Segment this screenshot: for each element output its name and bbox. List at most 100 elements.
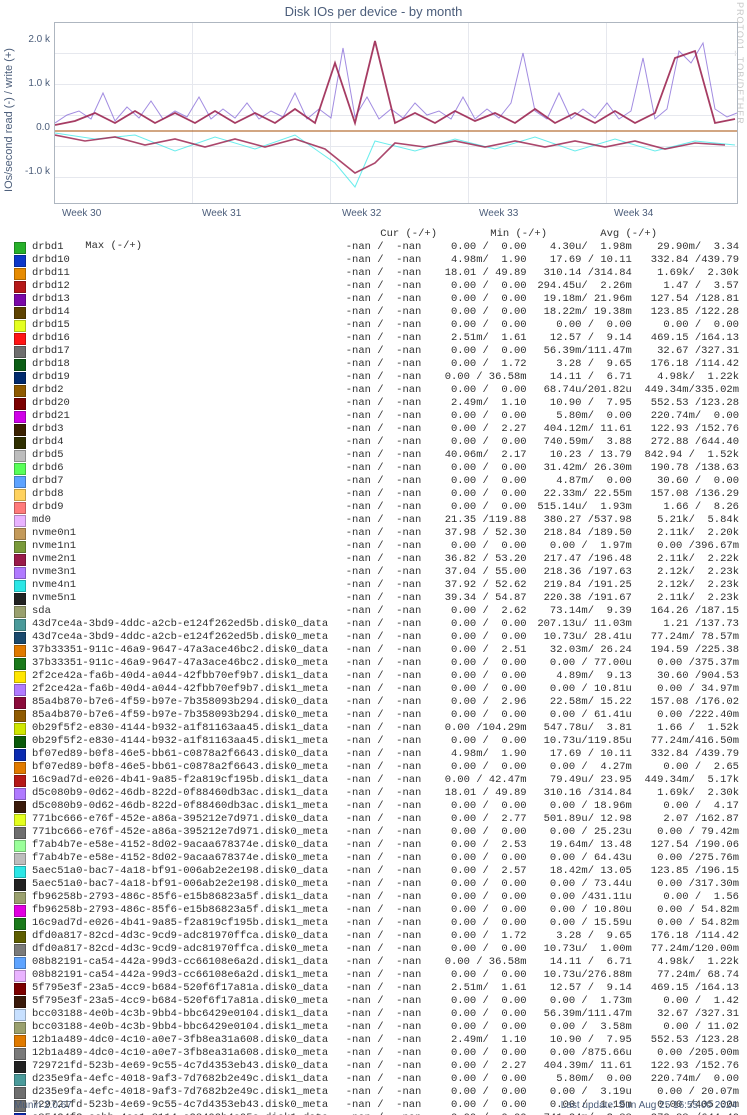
min-value: 0.00 / 2.57 [421,865,526,878]
avg-value: 0.00 / 61.41u [527,709,632,722]
min-value: 0.00 / 0.00 [421,657,526,670]
legend-row: drbd5-nan / -nan40.06m/ 2.1710.23 / 13.7… [14,449,739,462]
cur-value: -nan / -nan [333,553,421,566]
series-label: drbd7 [32,475,333,488]
legend-row: 37b33351-911c-46a9-9647-47a3ace46bc2.dis… [14,657,739,670]
max-value: 5.21k/ 5.84k [632,514,739,527]
swatch-icon [14,931,26,943]
avg-value: 19.18m/ 21.96m [527,293,632,306]
series-label: drbd15 [32,319,333,332]
swatch-icon [14,736,26,748]
cur-value: -nan / -nan [333,592,421,605]
swatch-icon [14,658,26,670]
max-value: 0.00 /396.67m [632,540,739,553]
swatch-icon [14,385,26,397]
min-value: 0.00 / 0.00 [421,735,526,748]
swatch-icon [14,853,26,865]
avg-value: 0.00 / 4.27m [527,761,632,774]
cur-value: -nan / -nan [333,527,421,540]
series-label: drbd17 [32,345,333,358]
max-value: 0.00 / 54.82m [632,917,739,930]
min-value: 0.00 / 0.00 [421,1047,526,1060]
swatch-icon [14,541,26,553]
legend-row: drbd1-nan / -nan0.00 / 0.004.30u/ 1.98m2… [14,241,739,254]
min-value: 0.00 / 0.00 [421,306,526,319]
cur-value: -nan / -nan [333,436,421,449]
series-label: 0b29f5f2-e830-4144-b932-a1f81163aa45.dis… [32,722,333,735]
series-label: drbd18 [32,358,333,371]
legend-row: 5f795e3f-23a5-4cc9-b684-520f6f17a81a.dis… [14,982,739,995]
min-value: 37.04 / 55.00 [421,566,526,579]
swatch-icon [14,1048,26,1060]
swatch-icon [14,567,26,579]
avg-value: 5.80m/ 0.00 [527,1073,632,1086]
series-label: drbd5 [32,449,333,462]
min-value: 0.00 / 0.00 [421,1021,526,1034]
series-label: d5c080b9-0d62-46db-822d-0f88460db3ac.dis… [32,787,333,800]
legend-row: 0b29f5f2-e830-4144-b932-a1f81163aa45.dis… [14,722,739,735]
cur-value: -nan / -nan [333,423,421,436]
swatch-icon [14,528,26,540]
cur-value: -nan / -nan [333,267,421,280]
avg-value: 12.57 / 9.14 [527,982,632,995]
min-value: 0.00 / 0.00 [421,618,526,631]
series-label: drbd9 [32,501,333,514]
swatch-icon [14,710,26,722]
swatch-icon [14,476,26,488]
max-value: 1.21 /137.73 [632,618,739,631]
cur-value: -nan / -nan [333,449,421,462]
min-value: 0.00 / 36.58m [421,956,526,969]
cur-value: -nan / -nan [333,995,421,1008]
swatch-icon [14,749,26,761]
max-value: 176.18 /114.42 [632,930,739,943]
avg-value: 0.00 / 0.00 [527,319,632,332]
max-value: 1.47 / 3.57 [632,280,739,293]
min-value: 4.98m/ 1.90 [421,254,526,267]
series-label: nvme3n1 [32,566,333,579]
legend-row: drbd8-nan / -nan0.00 / 0.0022.33m/ 22.55… [14,488,739,501]
avg-value: 17.69 / 10.11 [527,748,632,761]
cur-value: -nan / -nan [333,943,421,956]
series-label: 85a4b870-b7e6-4f59-b97e-7b358093b294.dis… [32,696,333,709]
max-value: 220.74m/ 0.00 [632,410,739,423]
swatch-icon [14,450,26,462]
legend-row: 85a4b870-b7e6-4f59-b97e-7b358093b294.dis… [14,696,739,709]
min-value: 0.00 / 0.00 [421,995,526,1008]
avg-value: 19.64m/ 13.48 [527,839,632,852]
series-label: 2f2ce42a-fa6b-40d4-a044-42fbb70ef9b7.dis… [32,670,333,683]
series-label: d235e9fa-4efc-4018-9af3-7d7682b2e49c.dis… [32,1073,333,1086]
legend-row: nvme1n1-nan / -nan0.00 / 0.000.00 / 1.97… [14,540,739,553]
cur-value: -nan / -nan [333,462,421,475]
series-label: 729721fd-523b-4e69-9c55-4c7d4353eb43.dis… [32,1060,333,1073]
max-value: 127.54 /190.06 [632,839,739,852]
series-label: 5f795e3f-23a5-4cc9-b684-520f6f17a81a.dis… [32,995,333,1008]
max-value: 0.00 / 4.17 [632,800,739,813]
max-value: 176.18 /114.42 [632,358,739,371]
cur-value: -nan / -nan [333,1008,421,1021]
swatch-icon [14,1035,26,1047]
max-value: 0.00 /375.37m [632,657,739,670]
max-value: 272.88 /644.40 [632,436,739,449]
avg-value: 218.36 /197.63 [527,566,632,579]
chart-title: Disk IOs per device - by month [0,4,747,19]
avg-value: 10.73u/119.85u [527,735,632,748]
max-value: 842.94 / 1.52k [632,449,739,462]
avg-value: 207.13u/ 11.03m [527,618,632,631]
avg-value: 68.74u/201.82u [527,384,632,397]
avg-value: 10.73u/ 28.41u [527,631,632,644]
legend-row: nvme4n1-nan / -nan37.92 / 52.62219.84 /1… [14,579,739,592]
series-label: drbd4 [32,436,333,449]
min-value: 40.06m/ 2.17 [421,449,526,462]
min-value: 2.49m/ 1.10 [421,1034,526,1047]
min-value: 0.00 / 2.27 [421,423,526,436]
swatch-icon [14,1061,26,1073]
cur-value: -nan / -nan [333,306,421,319]
legend-row: 0b29f5f2-e830-4144-b932-a1f81163aa45.dis… [14,735,739,748]
series-label: 12b1a489-4dc0-4c10-a0e7-3fb8ea31a608.dis… [32,1047,333,1060]
min-value: 0.00 / 2.77 [421,813,526,826]
swatch-icon [14,879,26,891]
legend-row: d5c080b9-0d62-46db-822d-0f88460db3ac.dis… [14,787,739,800]
min-value: 0.00 / 0.00 [421,488,526,501]
cur-value: -nan / -nan [333,904,421,917]
series-label: 5aec51a0-bac7-4a18-bf91-006ab2e2e198.dis… [32,865,333,878]
